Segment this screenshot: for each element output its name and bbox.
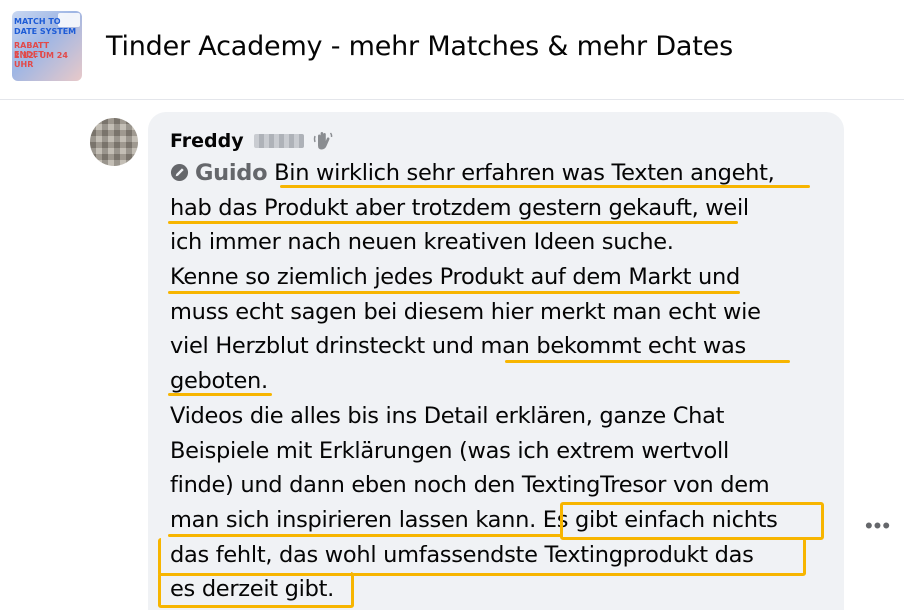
highlight-underline <box>168 393 272 396</box>
highlight-underline <box>280 185 810 188</box>
comment-line: Beispiele mit Erklärungen (was ich extre… <box>170 437 729 464</box>
highlight-box <box>158 538 806 576</box>
pencil-icon <box>170 163 189 182</box>
highlight-underline <box>168 221 738 224</box>
highlight-box <box>158 572 354 608</box>
highlight-underline <box>168 291 740 294</box>
comment-line: viel Herzblut drinsteckt und man bekommt… <box>170 333 746 360</box>
comment-author-row: Freddy <box>170 128 334 154</box>
group-header: MATCH TO DATE SYSTEM RABATT ENDET 2.12. … <box>0 0 904 100</box>
mention-link[interactable]: Guido <box>195 160 268 186</box>
comment-line: Kenne so ziemlich jedes Produkt auf dem … <box>170 264 740 291</box>
thumbnail-text: 2.12. UM 24 UHR <box>14 51 68 69</box>
blurred-surname <box>253 134 304 148</box>
group-thumbnail[interactable]: MATCH TO DATE SYSTEM RABATT ENDET 2.12. … <box>12 11 82 81</box>
group-title[interactable]: Tinder Academy - mehr Matches & mehr Dat… <box>106 30 733 64</box>
highlight-underline <box>505 360 790 363</box>
avatar[interactable] <box>90 118 138 166</box>
comment-line: Videos die alles bis ins Detail erklären… <box>170 402 725 429</box>
comment-line: muss echt sagen bei diesem hier merkt ma… <box>170 298 761 325</box>
thumbnail-text: DATE SYSTEM <box>14 27 77 36</box>
more-options-button[interactable]: ••• <box>862 510 894 542</box>
author-name[interactable]: Freddy <box>170 130 244 152</box>
highlight-box <box>560 502 824 540</box>
highlight-underline <box>168 534 563 537</box>
comment-line: finde) und dann eben noch den TextingTre… <box>170 472 770 499</box>
comment-line: ich immer nach neuen kreativen Ideen suc… <box>170 229 674 256</box>
comment-line-text: Bin wirklich sehr erfahren was Texten an… <box>267 160 775 186</box>
thumbnail-text: MATCH TO <box>14 17 61 26</box>
waving-hand-icon <box>313 132 332 150</box>
